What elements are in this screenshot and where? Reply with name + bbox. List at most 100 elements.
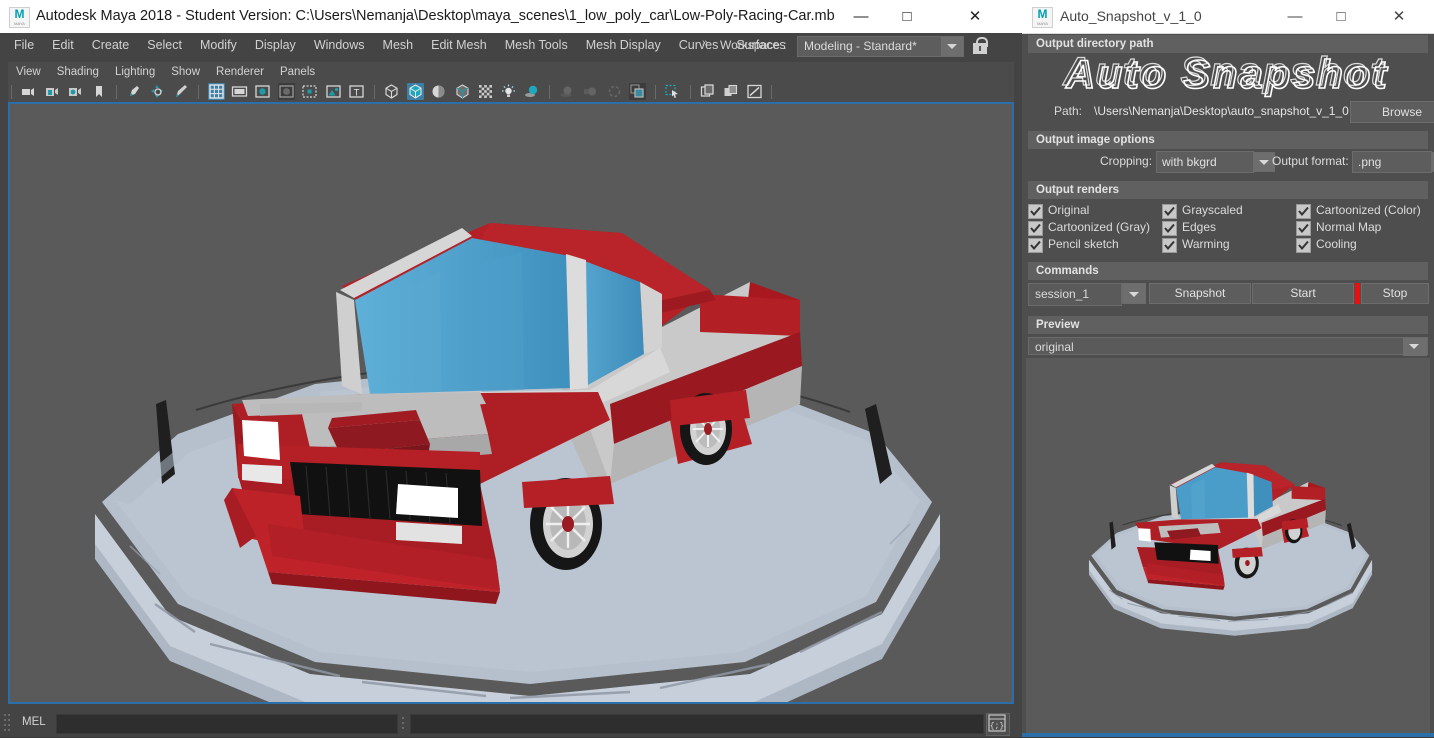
drag-handle[interactable]: [4, 714, 10, 732]
chevron-down-icon[interactable]: [1403, 338, 1427, 356]
workspace-selected-value: Modeling - Standard*: [804, 39, 917, 53]
maya-titlebar: M MAYA Autodesk Maya 2018 - Student Vers…: [0, 0, 1022, 34]
lock-icon[interactable]: [970, 35, 990, 55]
grid-icon[interactable]: [207, 83, 225, 100]
panel-menu-panels[interactable]: Panels: [272, 62, 323, 82]
mel-result-field[interactable]: [410, 714, 984, 734]
group-header-output-image-options: Output image options: [1028, 131, 1428, 149]
motion-blur-icon[interactable]: [582, 83, 599, 100]
checkbox-icon[interactable]: [1296, 238, 1311, 253]
menu-item-select[interactable]: Select: [138, 33, 191, 58]
camera-lock-icon[interactable]: [44, 83, 61, 100]
auto-snapshot-logo: Auto Snapshot Auto Snapshot: [1026, 52, 1430, 100]
menu-item-display[interactable]: Display: [246, 33, 305, 58]
session-value: session_1: [1035, 287, 1090, 301]
browse-button[interactable]: Browse: [1350, 101, 1434, 123]
mel-command-input[interactable]: [56, 714, 398, 734]
menu-item-mesh[interactable]: Mesh: [374, 33, 423, 58]
checkbox-icon[interactable]: [1028, 221, 1043, 236]
menu-item-modify[interactable]: Modify: [191, 33, 246, 58]
camera-icon[interactable]: [20, 83, 37, 100]
maya-minimize-button[interactable]: —: [838, 0, 884, 33]
chevron-down-icon[interactable]: [1122, 283, 1146, 304]
checkbox-icon[interactable]: [1162, 238, 1177, 253]
wireframe-icon[interactable]: [383, 83, 400, 100]
exposure-icon[interactable]: [746, 83, 763, 100]
smooth-wireframe-icon[interactable]: [454, 83, 471, 100]
hud-text-icon[interactable]: T: [348, 83, 365, 100]
workspace-chevron-icon[interactable]: »: [702, 37, 708, 49]
menu-item-windows[interactable]: Windows: [305, 33, 374, 58]
menu-item-edit-mesh[interactable]: Edit Mesh: [422, 33, 496, 58]
panel-menu-show[interactable]: Show: [163, 62, 208, 82]
checkbox-icon[interactable]: [1162, 221, 1177, 236]
xray-joints-icon[interactable]: [699, 83, 716, 100]
image-plane-icon[interactable]: [325, 83, 342, 100]
menu-item-mesh-display[interactable]: Mesh Display: [577, 33, 670, 58]
screen: M MAYA Autodesk Maya 2018 - Student Vers…: [0, 0, 1434, 737]
gate-mask-icon[interactable]: [277, 83, 295, 100]
cropping-dropdown[interactable]: with bkgrd: [1156, 151, 1275, 173]
group-header-output-renders: Output renders: [1028, 181, 1428, 199]
isolate-select-icon[interactable]: [664, 83, 681, 100]
output-format-label: Output format:: [1272, 154, 1349, 168]
image-options-row: Cropping: with bkgrd Output format: .png: [1022, 151, 1434, 173]
maya-maximize-button[interactable]: □: [884, 0, 930, 33]
maya-3d-viewport[interactable]: [8, 102, 1014, 704]
panel-menu-renderer[interactable]: Renderer: [208, 62, 272, 82]
maya-close-button[interactable]: ✕: [952, 0, 998, 33]
panel-menu-view[interactable]: View: [8, 62, 49, 82]
xray-active-icon[interactable]: [722, 83, 739, 100]
snapshot-close-button[interactable]: ✕: [1376, 0, 1422, 33]
preview-dropdown[interactable]: original: [1028, 337, 1428, 356]
checkbox-icon[interactable]: [1162, 204, 1177, 219]
start-button[interactable]: Start: [1252, 283, 1354, 304]
workspace-dropdown[interactable]: Modeling - Standard*: [797, 36, 964, 57]
checkbox-icon[interactable]: [1028, 238, 1043, 253]
menu-item-edit[interactable]: Edit: [43, 33, 83, 58]
preview-render: [1026, 358, 1430, 733]
shadows-icon[interactable]: [524, 83, 541, 100]
checkbox-icon[interactable]: [1028, 204, 1043, 219]
panel-menu-lighting[interactable]: Lighting: [107, 62, 163, 82]
preview-image[interactable]: [1026, 358, 1430, 733]
script-editor-icon[interactable]: {;}: [986, 713, 1010, 736]
panel-menu-shading[interactable]: Shading: [49, 62, 107, 82]
grease-pencil-icon[interactable]: [126, 83, 143, 100]
snapshot-app-icon-letter: M: [1037, 7, 1048, 21]
path-value[interactable]: \Users\Nemanja\Desktop\auto_snapshot_v_1…: [1094, 100, 1349, 122]
stop-button[interactable]: Stop: [1361, 283, 1429, 304]
menu-item-mesh-tools[interactable]: Mesh Tools: [496, 33, 577, 58]
path-label: Path:: [1054, 104, 1083, 118]
snapshot-maximize-button[interactable]: □: [1318, 0, 1364, 33]
menu-item-create[interactable]: Create: [83, 33, 139, 58]
film-gate-icon[interactable]: [231, 83, 248, 100]
session-dropdown[interactable]: session_1: [1028, 283, 1122, 306]
chevron-down-icon[interactable]: [941, 37, 963, 56]
snapshot-button[interactable]: Snapshot: [1149, 283, 1251, 304]
lighting-icon[interactable]: [500, 83, 517, 100]
mel-splitter[interactable]: [402, 717, 406, 729]
multisample-icon[interactable]: [606, 83, 623, 100]
checkbox-icon[interactable]: [1296, 221, 1311, 236]
depth-peel-icon[interactable]: [629, 83, 647, 100]
textured-icon[interactable]: [477, 83, 494, 100]
shade-x-ray-icon[interactable]: [430, 83, 447, 100]
checkbox-icon[interactable]: [1296, 204, 1311, 219]
output-format-dropdown[interactable]: .png: [1352, 151, 1434, 173]
group-header-commands: Commands: [1028, 262, 1428, 280]
snapshot-app-icon-sub: MAYA: [1037, 21, 1048, 26]
menu-item-file[interactable]: File: [5, 33, 43, 58]
film-origin-icon[interactable]: [301, 83, 318, 100]
smooth-shade-icon[interactable]: [406, 83, 424, 100]
2d-pan-zoom-icon[interactable]: [149, 83, 166, 100]
bookmark-icon[interactable]: [91, 83, 108, 100]
render-option-label: Normal Map: [1316, 220, 1382, 234]
screen-space-ao-icon[interactable]: [559, 83, 576, 100]
recording-indicator: [1355, 283, 1360, 304]
camera-attributes-icon[interactable]: [67, 83, 84, 100]
resolution-gate-icon[interactable]: [254, 83, 271, 100]
pencil-icon[interactable]: [173, 83, 190, 100]
viewport-panel-menubar: View Shading Lighting Show Renderer Panels: [8, 62, 1014, 82]
snapshot-minimize-button[interactable]: —: [1272, 0, 1318, 33]
